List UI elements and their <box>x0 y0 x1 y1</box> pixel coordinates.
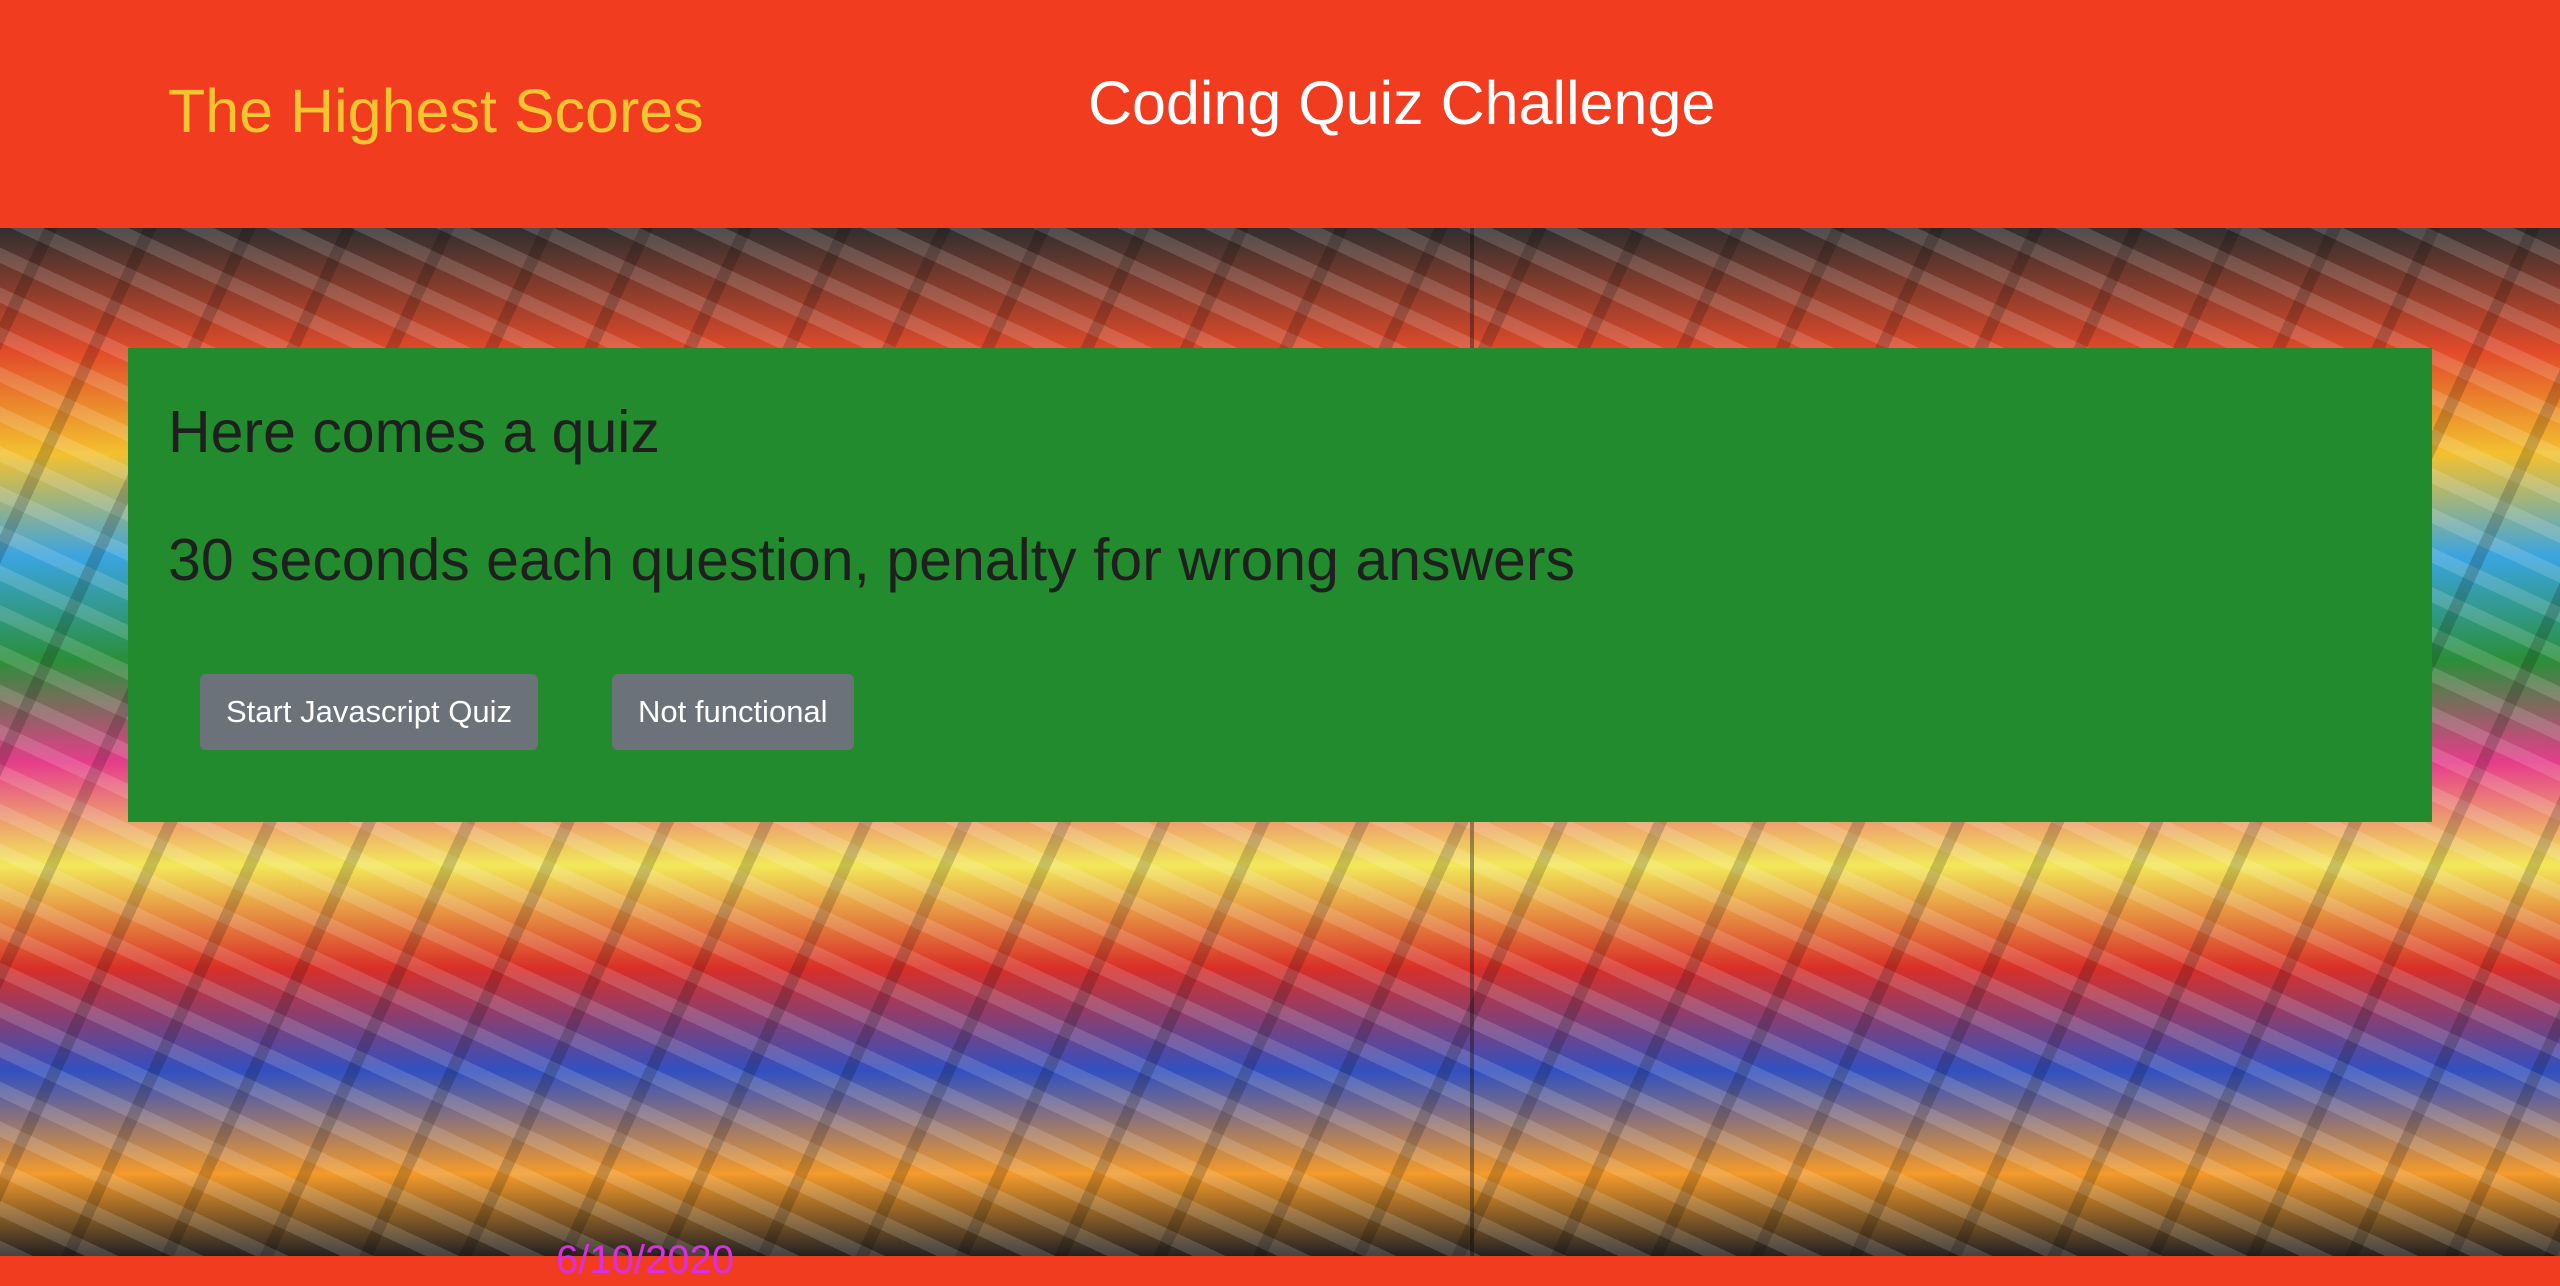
intro-heading: Here comes a quiz <box>168 399 660 465</box>
start-javascript-quiz-button[interactable]: Start Javascript Quiz <box>200 674 538 750</box>
intro-description: 30 seconds each question, penalty for wr… <box>168 527 1576 593</box>
page-title: Coding Quiz Challenge <box>1088 69 1716 137</box>
highest-scores-link[interactable]: The Highest Scores <box>168 76 704 146</box>
not-functional-button[interactable]: Not functional <box>612 674 854 750</box>
page-header: The Highest Scores Coding Quiz Challenge <box>0 0 2560 228</box>
page-footer <box>0 1256 2560 1286</box>
quiz-intro-card: Here comes a quiz 30 seconds each questi… <box>128 348 2432 822</box>
footer-date: 6/10/2020 <box>556 1238 734 1282</box>
